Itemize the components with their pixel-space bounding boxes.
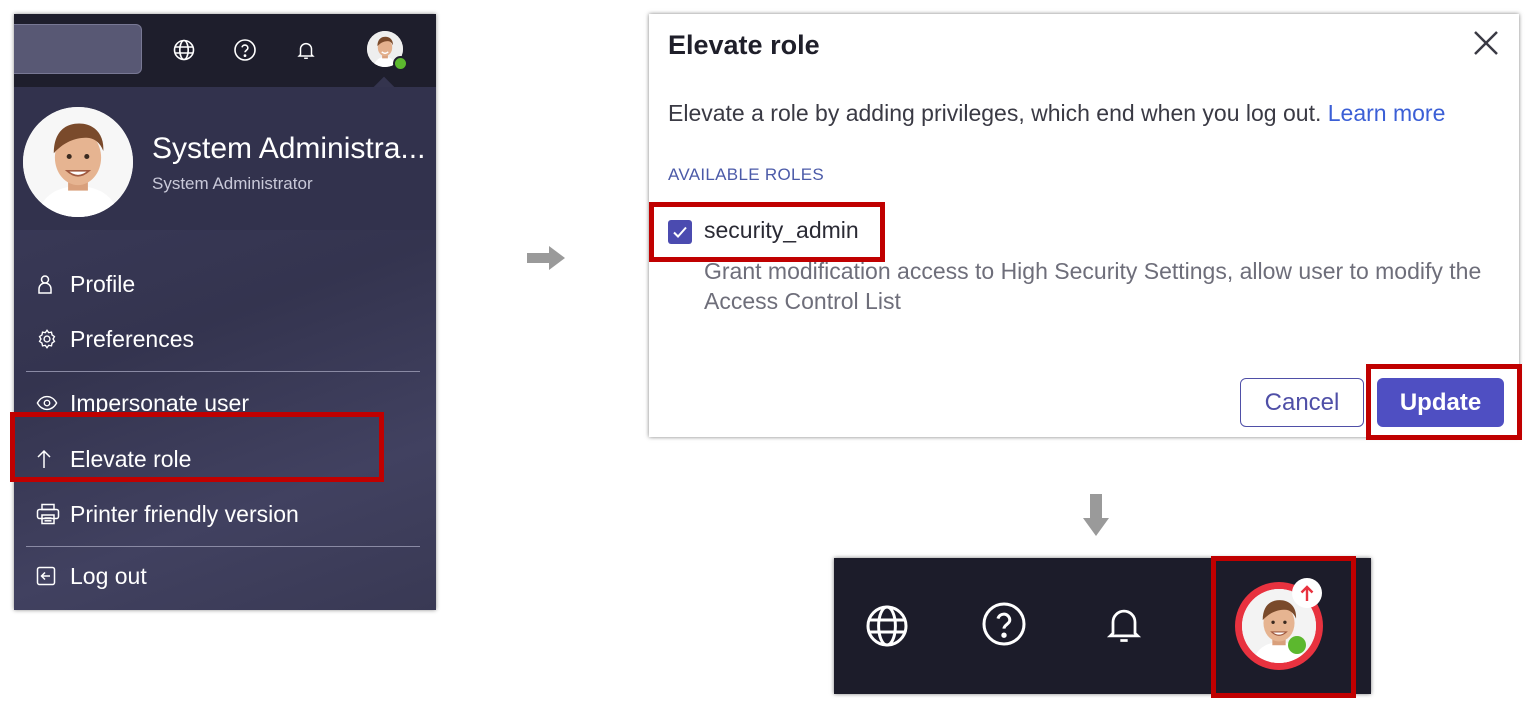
eye-icon — [26, 395, 70, 411]
menu-item-preferences[interactable]: Preferences — [26, 319, 416, 359]
available-roles-label: AVAILABLE ROLES — [668, 165, 824, 184]
dialog-description: Elevate a role by adding privileges, whi… — [668, 100, 1445, 127]
menu-item-log-out[interactable]: Log out — [26, 556, 416, 596]
gear-icon — [26, 328, 70, 350]
globe-icon[interactable] — [170, 36, 198, 64]
globe-icon[interactable] — [863, 602, 911, 650]
close-icon[interactable] — [1471, 28, 1501, 58]
highlight-box — [1366, 364, 1522, 440]
user-menu-panel: System Administra... System Administrato… — [14, 14, 436, 610]
menu-item-label: Preferences — [70, 325, 195, 352]
search-input[interactable] — [14, 24, 142, 74]
learn-more-link[interactable]: Learn more — [1328, 100, 1446, 126]
highlight-box — [1211, 556, 1356, 698]
menu-item-profile[interactable]: Profile — [26, 264, 416, 304]
user-role: System Administrator — [152, 174, 313, 193]
user-header: System Administra... System Administrato… — [14, 87, 436, 230]
avatar — [23, 107, 133, 217]
printer-icon — [26, 503, 70, 525]
help-icon[interactable] — [231, 36, 259, 64]
highlight-box — [10, 412, 384, 482]
user-name: System Administra... — [152, 132, 426, 165]
menu-divider — [26, 371, 420, 372]
bell-icon[interactable] — [1102, 602, 1150, 650]
user-icon — [26, 274, 70, 294]
header-bar — [14, 14, 436, 87]
menu-item-printer-friendly-version[interactable]: Printer friendly version — [26, 494, 416, 534]
logout-icon — [26, 566, 70, 586]
online-status-icon — [393, 56, 408, 71]
menu-divider — [26, 546, 420, 547]
arrow-down-icon — [1083, 494, 1109, 541]
arrow-right-icon — [527, 246, 565, 275]
menu-item-label: Profile — [70, 270, 136, 297]
dialog-title: Elevate role — [668, 30, 820, 60]
role-description: Grant modification access to High Securi… — [704, 258, 1482, 314]
menu-body: System Administra... System Administrato… — [14, 87, 436, 610]
help-icon[interactable] — [980, 600, 1028, 648]
description-text: Elevate a role by adding privileges, whi… — [668, 100, 1322, 126]
cancel-button[interactable]: Cancel — [1240, 378, 1364, 427]
menu-item-label: Printer friendly version — [70, 500, 299, 527]
highlight-box — [649, 202, 885, 262]
bell-icon[interactable] — [292, 36, 320, 64]
menu-item-label: Log out — [70, 562, 147, 589]
